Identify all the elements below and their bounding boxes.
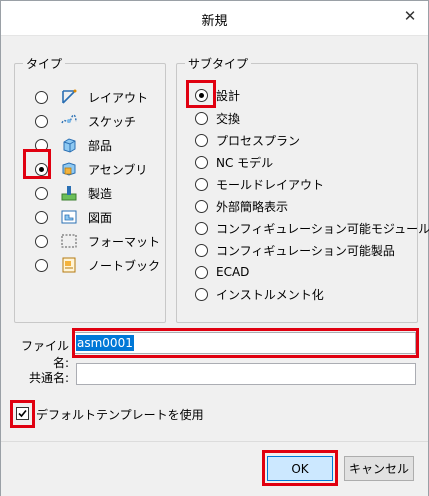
subtype-radio-mold-layout[interactable]: [195, 177, 208, 191]
file-name-label: ファイル名:: [20, 339, 69, 370]
type-radio-part[interactable]: [35, 138, 48, 152]
part-icon: [63, 138, 76, 153]
notebook-icon: [62, 257, 76, 273]
subtype-option-mold-layout[interactable]: モールドレイアウト: [195, 175, 324, 193]
subtype-option-process-plan[interactable]: プロセスプラン: [195, 131, 300, 149]
subtype-option-ecad[interactable]: ECAD: [195, 263, 249, 281]
new-file-dialog: 新規 ✕ タイプ レイアウト スケッチ 部品 アセンブリ 製造 図面 フォーマッ…: [0, 0, 429, 496]
subtype-label-mold-layout: モールドレイアウト: [216, 177, 325, 192]
manufacturing-icon: [61, 186, 77, 201]
subtype-option-nc-model[interactable]: NC モデル: [195, 153, 273, 171]
type-radio-notebook[interactable]: [35, 258, 48, 272]
type-option-drawing[interactable]: 図面: [35, 208, 112, 226]
subtype-radio-replacement[interactable]: [195, 111, 208, 125]
layout-icon: [62, 89, 77, 104]
type-group-legend: タイプ: [23, 55, 66, 72]
subtype-radio-configurable-product[interactable]: [195, 243, 208, 257]
type-label-notebook: ノートブック: [88, 258, 161, 273]
dialog-footer: OK キャンセル: [1, 441, 428, 496]
subtype-option-configurable-module[interactable]: コンフィギュレーション可能モジュール: [195, 219, 429, 237]
subtype-option-design[interactable]: 設計: [195, 86, 240, 104]
subtype-radio-nc-model[interactable]: [195, 155, 208, 169]
type-option-assembly[interactable]: アセンブリ: [35, 160, 147, 178]
type-option-part[interactable]: 部品: [35, 136, 112, 154]
format-icon: [61, 234, 77, 248]
subtype-option-configurable-product[interactable]: コンフィギュレーション可能製品: [195, 241, 395, 259]
type-option-format[interactable]: フォーマット: [35, 232, 160, 250]
subtype-radio-external-simplified[interactable]: [195, 199, 208, 213]
type-group: タイプ レイアウト スケッチ 部品 アセンブリ 製造 図面 フォーマット ノート…: [14, 55, 166, 323]
type-radio-sketch[interactable]: [35, 114, 48, 128]
subtype-label-external-simplified: 外部簡略表示: [216, 199, 289, 214]
default-template-label[interactable]: デフォルトテンプレートを使用: [36, 406, 204, 423]
type-label-sketch: スケッチ: [88, 114, 137, 129]
subtype-label-configurable-product: コンフィギュレーション可能製品: [216, 243, 395, 258]
subtype-label-design: 設計: [216, 88, 241, 103]
dialog-title: 新規: [201, 14, 228, 29]
cancel-button[interactable]: キャンセル: [344, 456, 414, 481]
subtype-radio-configurable-module[interactable]: [195, 221, 208, 235]
file-name-input[interactable]: asm0001: [73, 332, 416, 354]
subtype-radio-process-plan[interactable]: [195, 133, 208, 147]
type-label-drawing: 図面: [88, 210, 113, 225]
subtype-option-instrumented[interactable]: インストルメント化: [195, 285, 324, 303]
subtype-option-replacement[interactable]: 交換: [195, 109, 240, 127]
type-label-format: フォーマット: [88, 234, 161, 249]
type-label-assembly: アセンブリ: [88, 162, 148, 177]
type-option-notebook[interactable]: ノートブック: [35, 256, 160, 274]
type-radio-assembly[interactable]: [35, 162, 48, 176]
subtype-label-process-plan: プロセスプラン: [216, 133, 301, 148]
subtype-label-nc-model: NC モデル: [216, 155, 274, 170]
type-radio-drawing[interactable]: [35, 210, 48, 224]
subtype-group: サブタイプ 設計 交換 プロセスプラン NC モデル モールドレイアウト 外部簡…: [176, 55, 429, 323]
type-radio-layout[interactable]: [35, 90, 48, 104]
type-label-manufacturing: 製造: [88, 186, 113, 201]
close-icon[interactable]: ✕: [402, 8, 418, 24]
type-radio-format[interactable]: [35, 234, 48, 248]
subtype-option-external-simplified[interactable]: 外部簡略表示: [195, 197, 288, 215]
sketch-icon: [61, 114, 77, 124]
subtype-radio-design[interactable]: [195, 88, 208, 102]
title-bar: 新規 ✕: [1, 1, 428, 36]
subtype-label-instrumented: インストルメント化: [216, 287, 324, 302]
common-name-input[interactable]: [76, 363, 416, 385]
type-radio-manufacturing[interactable]: [35, 186, 48, 200]
subtype-radio-ecad[interactable]: [195, 265, 208, 279]
subtype-group-legend: サブタイプ: [185, 55, 252, 72]
assembly-icon: [62, 162, 76, 176]
default-template-checkbox[interactable]: [16, 407, 29, 420]
type-label-part: 部品: [88, 138, 113, 153]
type-option-manufacturing[interactable]: 製造: [35, 184, 112, 202]
file-name-value: asm0001: [76, 335, 134, 351]
type-option-sketch[interactable]: スケッチ: [35, 112, 136, 130]
type-option-layout[interactable]: レイアウト: [35, 88, 148, 106]
drawing-icon: [61, 210, 77, 224]
subtype-label-configurable-module: コンフィギュレーション可能モジュール: [216, 221, 429, 236]
type-label-layout: レイアウト: [88, 90, 149, 105]
common-name-label: 共通名:: [28, 371, 69, 385]
subtype-label-replacement: 交換: [216, 111, 241, 126]
subtype-radio-instrumented[interactable]: [195, 287, 208, 301]
ok-button[interactable]: OK: [267, 456, 333, 481]
checkmark-icon: [18, 409, 27, 418]
subtype-label-ecad: ECAD: [216, 265, 250, 279]
